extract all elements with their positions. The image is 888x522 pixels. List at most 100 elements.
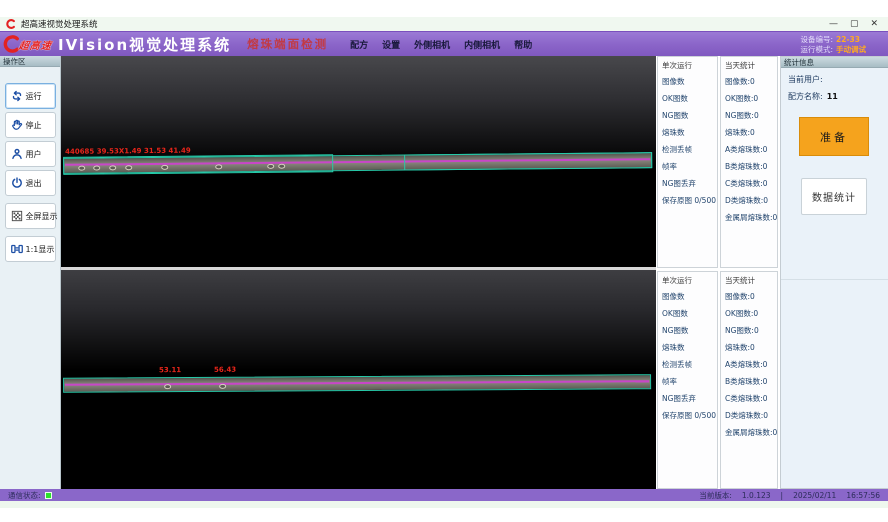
fullscreen-dither-icon — [10, 209, 24, 223]
stat-row: 金属屑熔珠数:0 — [721, 427, 777, 444]
lower-measurement-annotation-1: 53.11 — [159, 366, 181, 374]
menu-outer-camera[interactable]: 外侧相机 — [414, 38, 450, 51]
app-subtitle: 熔珠端面检测 — [247, 36, 328, 52]
recipe-name-row: 配方名称: 11 — [781, 91, 888, 102]
upper-daily-stats-panel: 当天统计 图像数:0 OK图数:0 NG图数:0 熔珠数:0 A类熔珠数:0 B… — [720, 56, 778, 268]
fullscreen-button-label: 全屏显示 — [26, 211, 58, 222]
data-statistics-button[interactable]: 数据统计 — [801, 178, 867, 215]
power-icon — [10, 176, 24, 190]
stat-row: C类熔珠数:0 — [721, 178, 777, 195]
stat-row: 图像数 — [658, 291, 717, 308]
maximize-button[interactable]: ▢ — [850, 19, 859, 29]
user-icon — [10, 147, 24, 161]
stop-button[interactable]: 停止 — [5, 112, 56, 138]
current-user-row: 当前用户: — [781, 74, 888, 85]
statistics-info-panel: 统计信息 当前用户: 配方名称: 11 准备 数据统计 — [780, 56, 888, 489]
device-number-value: 22-33 — [836, 35, 860, 44]
detected-bead — [278, 164, 285, 169]
hand-stop-icon — [10, 118, 24, 132]
version-value: 1.0.123 — [742, 491, 771, 500]
stat-row: A类熔珠数:0 — [721, 359, 777, 376]
version-separator: | — [781, 491, 784, 500]
menu-settings[interactable]: 设置 — [382, 38, 400, 51]
run-loop-icon — [10, 89, 24, 103]
detected-bead — [125, 165, 132, 170]
detected-bead — [109, 165, 116, 170]
stat-row: NG图数:0 — [721, 325, 777, 342]
stat-row: 熔珠数 — [658, 342, 717, 359]
status-time: 16:57:56 — [846, 491, 880, 500]
stat-row: 检测丢帧 — [658, 359, 717, 376]
app-window: 超高速视觉处理系统 — ▢ ✕ 超高速 IVision视觉处理系统 熔珠端面检测… — [0, 0, 888, 522]
stat-row: 保存原图 0/500 — [658, 195, 717, 212]
device-number-row: 设备编号:22-33 — [800, 35, 860, 44]
window-controls: — ▢ ✕ — [829, 19, 882, 29]
brand-text: 超高速 — [18, 37, 53, 52]
device-number-label: 设备编号: — [800, 35, 833, 44]
os-titlebar: 超高速视觉处理系统 — ▢ ✕ — [0, 17, 888, 31]
user-button-label: 用户 — [26, 149, 42, 160]
device-info: 设备编号:22-33 运行模式:手动调试 — [800, 35, 888, 54]
stat-row: 熔珠数 — [658, 127, 717, 144]
status-bar: 通信状态: 当前版本: 1.0.123 | 2025/02/11 16:57:5… — [0, 489, 888, 501]
stat-row: 图像数:0 — [721, 76, 777, 93]
stat-row: 检测丢帧 — [658, 144, 717, 161]
exit-button[interactable]: 退出 — [5, 170, 56, 196]
run-mode-row: 运行模式:手动调试 — [800, 45, 866, 54]
brand-logo: 超高速 — [3, 35, 52, 53]
stat-row: 图像数 — [658, 76, 717, 93]
run-button-label: 运行 — [26, 91, 42, 102]
upper-single-run-panel: 单次运行 图像数 OK图数 NG图数 熔珠数 检测丢帧 帧率 NG图丢弃 保存原… — [657, 56, 718, 268]
menu-help[interactable]: 帮助 — [514, 38, 532, 51]
lower-weld-strip: 53.11 56.43 — [63, 363, 651, 367]
panel-title: 当天统计 — [725, 275, 777, 286]
detected-bead — [161, 165, 168, 170]
version-label: 当前版本: — [699, 490, 732, 501]
window-bottom-edge — [0, 501, 888, 508]
detected-bead — [215, 164, 222, 169]
stat-row: NG图数 — [658, 325, 717, 342]
main-menu: 配方 设置 外侧相机 内侧相机 帮助 — [350, 38, 532, 51]
stat-row: NG图丢弃 — [658, 178, 717, 195]
detected-bead — [93, 165, 100, 170]
user-button[interactable]: 用户 — [5, 141, 56, 167]
one-to-one-button[interactable]: 1:1显示 — [5, 236, 56, 262]
detected-bead — [267, 164, 274, 169]
fullscreen-button[interactable]: 全屏显示 — [5, 203, 56, 229]
sidebar-title: 操作区 — [0, 56, 60, 67]
menu-recipe[interactable]: 配方 — [350, 38, 368, 51]
stat-row: 图像数:0 — [721, 291, 777, 308]
panel-title: 单次运行 — [662, 275, 717, 286]
run-button[interactable]: 运行 — [5, 83, 56, 109]
upper-camera-view: 440685 39.53X1.49 31.53 41.49 — [61, 56, 656, 267]
stat-row: 保存原图 0/500 — [658, 410, 717, 427]
version-block: 当前版本: 1.0.123 | 2025/02/11 16:57:56 — [699, 490, 880, 501]
close-button[interactable]: ✕ — [870, 19, 878, 29]
stat-row: A类熔珠数:0 — [721, 144, 777, 161]
lower-daily-stats-panel: 当天统计 图像数:0 OK图数:0 NG图数:0 熔珠数:0 A类熔珠数:0 B… — [720, 271, 778, 489]
info-panel-title: 统计信息 — [781, 57, 888, 68]
stat-row: 熔珠数:0 — [721, 127, 777, 144]
lower-camera-view: 53.11 56.43 — [61, 270, 656, 489]
operation-sidebar: 操作区 运行 停止 用户 退出 全屏显示 — [0, 56, 61, 489]
stat-row: OK图数 — [658, 93, 717, 110]
recipe-name-label: 配方名称: — [788, 92, 823, 101]
sidebar-buttons: 运行 停止 用户 退出 全屏显示 1:1显示 — [0, 67, 60, 262]
stat-row: NG图数:0 — [721, 110, 777, 127]
minimize-button[interactable]: — — [829, 19, 838, 29]
prepare-button[interactable]: 准备 — [799, 117, 869, 156]
recipe-name-value: 11 — [827, 92, 838, 101]
stat-row: NG图丢弃 — [658, 393, 717, 410]
stat-row: B类熔珠数:0 — [721, 161, 777, 178]
run-mode-value: 手动调试 — [836, 45, 866, 54]
menu-inner-camera[interactable]: 内侧相机 — [464, 38, 500, 51]
stop-button-label: 停止 — [26, 120, 42, 131]
stat-row: OK图数:0 — [721, 93, 777, 110]
detected-bead — [78, 166, 85, 171]
upper-measurement-annotation: 440685 39.53X1.49 31.53 41.49 — [65, 147, 191, 156]
detected-bead — [164, 384, 171, 389]
panel-title: 单次运行 — [662, 60, 717, 71]
stat-row: NG图数 — [658, 110, 717, 127]
exit-button-label: 退出 — [26, 178, 42, 189]
stat-row: D类熔珠数:0 — [721, 195, 777, 212]
